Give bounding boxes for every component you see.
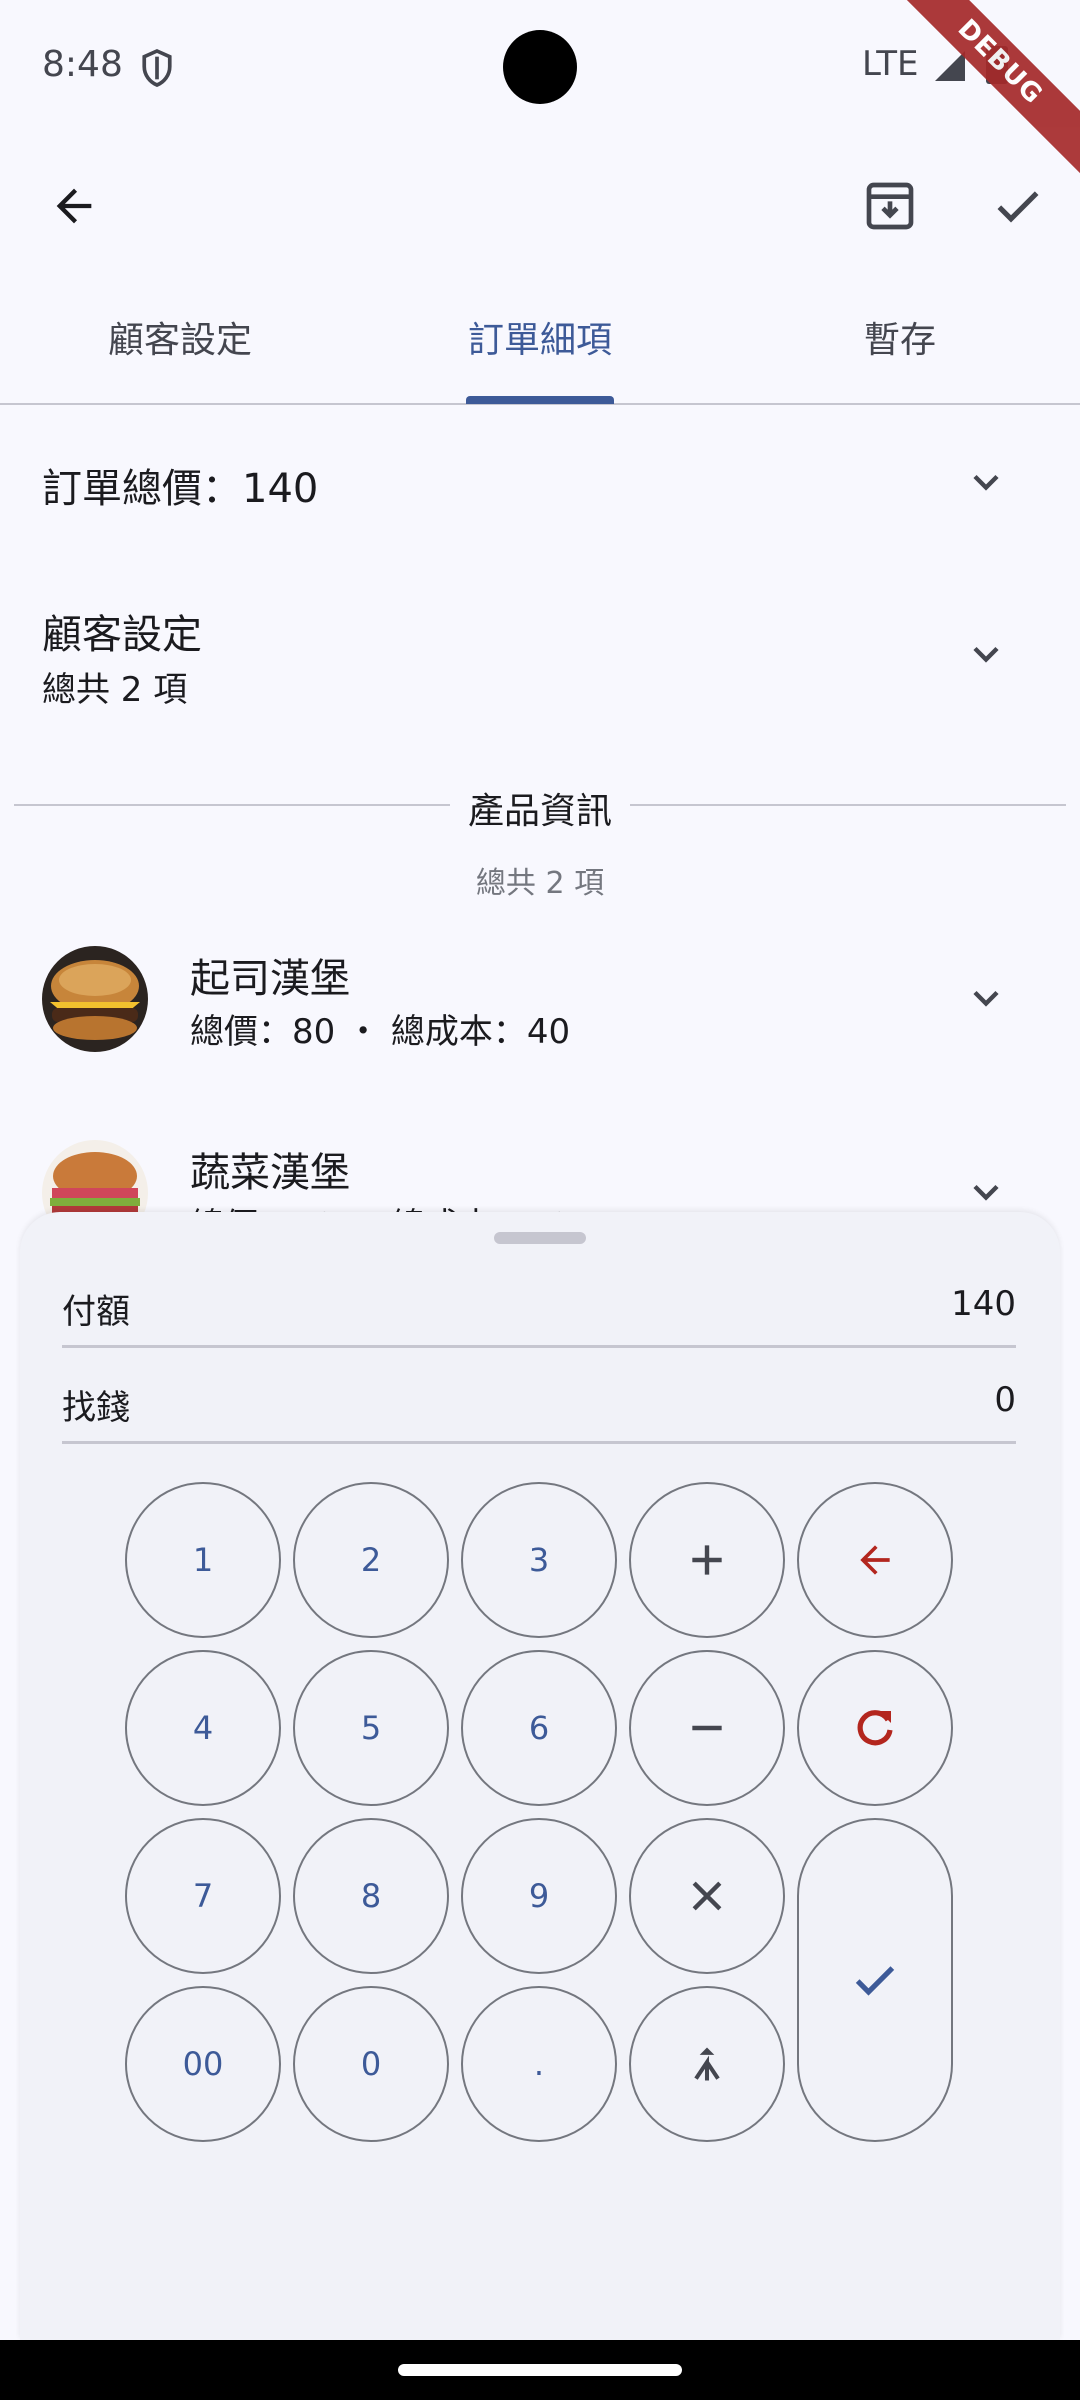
key-9[interactable]: 9: [461, 1818, 617, 1974]
key-3[interactable]: 3: [461, 1482, 617, 1638]
calculator-sheet: 付額 140 找錢 0 1 2 3 4 5 6 7 8 9 00 0 .: [20, 1212, 1060, 2340]
plus-icon: [692, 1545, 722, 1575]
home-gesture-handle[interactable]: [398, 2364, 682, 2376]
product-section-title: 產品資訊: [14, 782, 1066, 834]
product-image-cheeseburger: [42, 946, 148, 1052]
chevron-down-icon: [973, 646, 999, 663]
tab-customer-settings[interactable]: 顧客設定: [0, 290, 360, 403]
change-label: 找錢: [62, 1388, 130, 1428]
paid-amount-value: 140: [951, 1284, 1016, 1324]
minus-icon: [692, 1725, 722, 1731]
paid-amount-field[interactable]: 付額 140: [62, 1258, 1016, 1348]
change-field[interactable]: 找錢 0: [62, 1354, 1016, 1444]
shield-icon: [142, 48, 172, 87]
check-icon: [855, 1966, 895, 1996]
status-bar: 8:48 LTE: [0, 0, 1080, 130]
product-count: 總共 2 項: [475, 866, 605, 901]
app-bar: [0, 150, 1080, 262]
tab-order-details[interactable]: 訂單細項: [360, 290, 720, 403]
network-type: LTE: [862, 44, 919, 84]
chevron-down-icon: [973, 1184, 999, 1201]
arrow-back-icon: [56, 188, 92, 224]
key-4[interactable]: 4: [125, 1650, 281, 1806]
submit-button[interactable]: [797, 1818, 953, 2142]
calculate-button[interactable]: [629, 1986, 785, 2142]
tab-indicator: [466, 396, 614, 404]
archive-icon: [866, 182, 914, 230]
order-total-label: 訂單總價：140: [42, 466, 319, 512]
check-icon: [997, 191, 1039, 223]
key-2[interactable]: 2: [293, 1482, 449, 1638]
merge-icon: [694, 2047, 720, 2081]
product-name: 起司漢堡: [190, 956, 350, 1002]
product-item[interactable]: 起司漢堡 總價：80 ・ 總成本：40: [0, 920, 1080, 1080]
key-8[interactable]: 8: [293, 1818, 449, 1974]
key-5[interactable]: 5: [293, 1650, 449, 1806]
chevron-down-icon: [973, 990, 999, 1007]
save-draft-button[interactable]: [850, 166, 930, 246]
key-6[interactable]: 6: [461, 1650, 617, 1806]
refresh-icon: [857, 1710, 893, 1746]
tab-draft[interactable]: 暫存: [720, 290, 1080, 403]
key-0[interactable]: 0: [293, 1986, 449, 2142]
backspace-button[interactable]: [797, 1482, 953, 1638]
back-button[interactable]: [34, 166, 114, 246]
change-value: 0: [994, 1380, 1016, 1420]
paid-amount-label: 付額: [62, 1292, 130, 1332]
plus-button[interactable]: [629, 1482, 785, 1638]
key-decimal[interactable]: .: [461, 1986, 617, 2142]
product-section-divider: 產品資訊: [14, 780, 1066, 832]
key-1[interactable]: 1: [125, 1482, 281, 1638]
reset-button[interactable]: [797, 1650, 953, 1806]
system-nav-bar: [0, 2340, 1080, 2400]
camera-cutout: [503, 30, 577, 104]
arrow-back-icon: [860, 1545, 890, 1575]
customer-settings-tile[interactable]: 顧客設定 總共 2 項: [0, 580, 1080, 740]
multiply-button[interactable]: [629, 1818, 785, 1974]
order-total-tile[interactable]: 訂單總價：140: [0, 410, 1080, 550]
minus-button[interactable]: [629, 1650, 785, 1806]
chevron-down-icon: [973, 474, 999, 491]
key-7[interactable]: 7: [125, 1818, 281, 1974]
customer-settings-count: 總共 2 項: [42, 670, 188, 710]
confirm-order-button[interactable]: [978, 166, 1058, 246]
close-icon: [692, 1881, 722, 1911]
sheet-drag-handle[interactable]: [494, 1232, 586, 1244]
tab-bar: 顧客設定 訂單細項 暫存: [0, 290, 1080, 405]
key-00[interactable]: 00: [125, 1986, 281, 2142]
customer-settings-title: 顧客設定: [42, 612, 202, 658]
product-name: 蔬菜漢堡: [190, 1150, 350, 1196]
status-time: 8:48: [42, 44, 123, 85]
product-detail: 總價：80 ・ 總成本：40: [190, 1012, 571, 1052]
